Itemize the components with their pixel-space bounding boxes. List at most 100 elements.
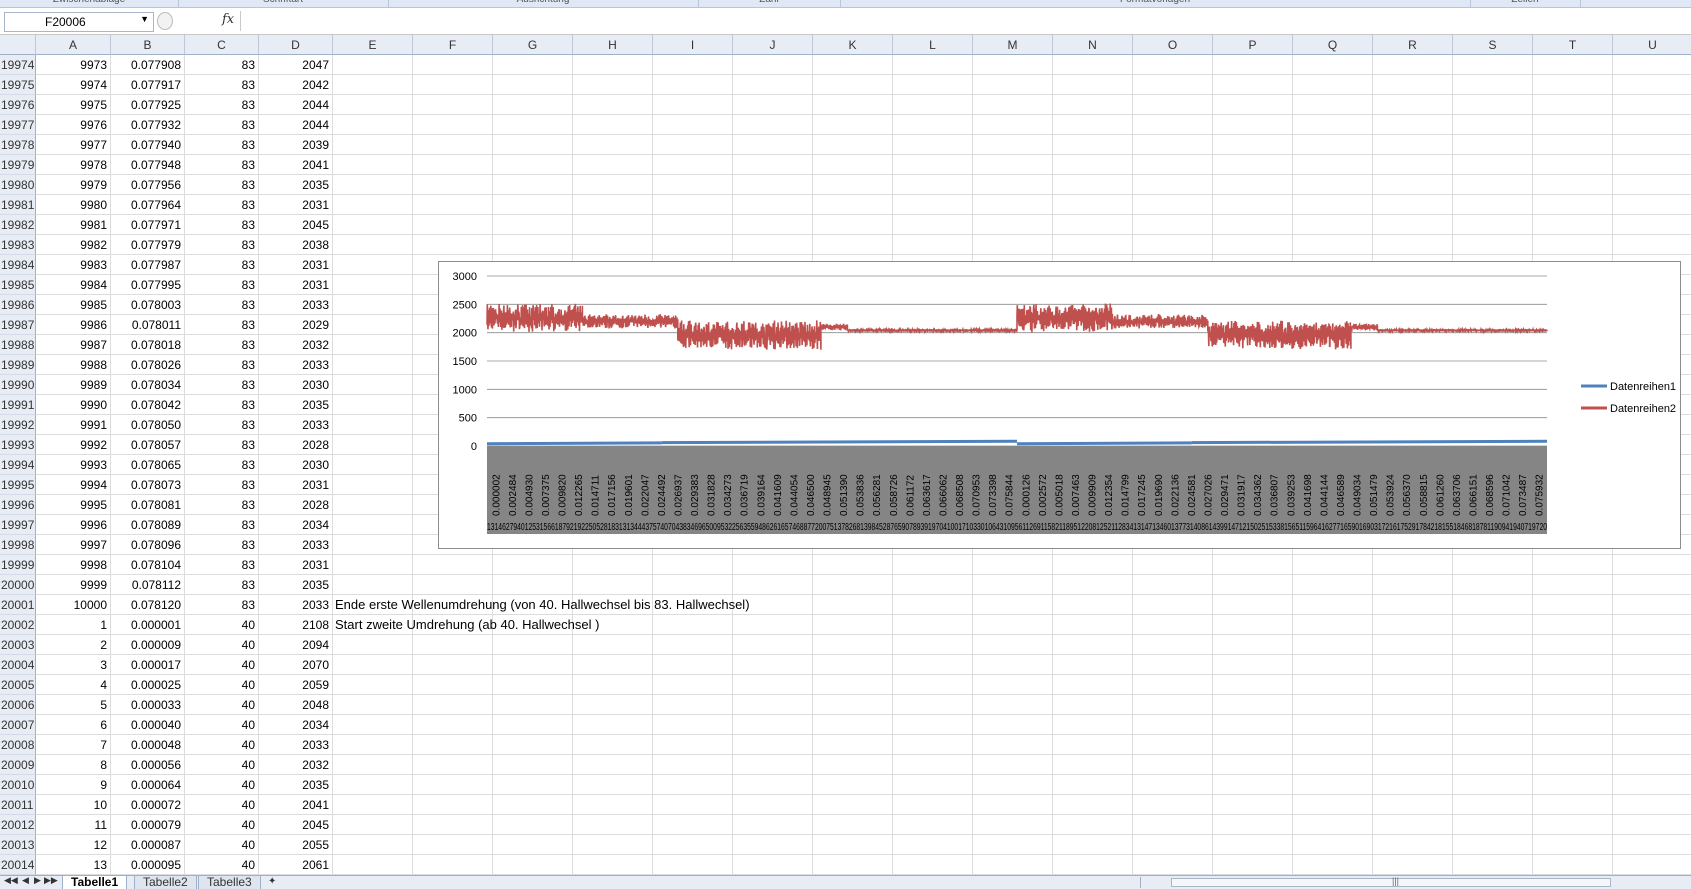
row-header[interactable]: 20014 xyxy=(0,855,36,875)
line-chart[interactable]: 0 500 1000 1500 2000 2500 3000 0.000002 0.002484… xyxy=(438,261,1681,549)
column-header-i[interactable]: I xyxy=(653,35,733,55)
cell-i[interactable] xyxy=(653,235,733,255)
column-header-l[interactable]: L xyxy=(893,35,973,55)
cell-m[interactable] xyxy=(973,115,1053,135)
cell-g[interactable] xyxy=(493,855,573,875)
cell-o[interactable] xyxy=(1133,835,1213,855)
cell-d[interactable]: 2047 xyxy=(259,55,333,75)
column-header-q[interactable]: Q xyxy=(1293,35,1373,55)
cell-i[interactable] xyxy=(653,855,733,875)
cell-f[interactable] xyxy=(413,695,493,715)
cell-k[interactable] xyxy=(813,755,893,775)
cell-k[interactable] xyxy=(813,735,893,755)
cell-c[interactable]: 83 xyxy=(185,135,259,155)
cell-n[interactable] xyxy=(1053,575,1133,595)
cell-a[interactable]: 9994 xyxy=(36,475,111,495)
cell-l[interactable] xyxy=(893,215,973,235)
row-header[interactable]: 19980 xyxy=(0,175,36,195)
cell-d[interactable]: 2031 xyxy=(259,555,333,575)
cell-l[interactable] xyxy=(893,755,973,775)
cell-d[interactable]: 2041 xyxy=(259,155,333,175)
cell-u[interactable] xyxy=(1613,695,1691,715)
cell-r[interactable] xyxy=(1373,815,1453,835)
column-header-d[interactable]: D xyxy=(259,35,333,55)
cell-h[interactable] xyxy=(573,155,653,175)
cell-b[interactable]: 0.078120 xyxy=(111,595,185,615)
cell-m[interactable] xyxy=(973,655,1053,675)
cell-b[interactable]: 0.000072 xyxy=(111,795,185,815)
cell-p[interactable] xyxy=(1213,155,1293,175)
cell-c[interactable]: 83 xyxy=(185,495,259,515)
cell-n[interactable] xyxy=(1053,235,1133,255)
cell-c[interactable]: 83 xyxy=(185,275,259,295)
cell-t[interactable] xyxy=(1533,635,1613,655)
row-header[interactable]: 19978 xyxy=(0,135,36,155)
cell-l[interactable] xyxy=(893,815,973,835)
cell-o[interactable] xyxy=(1133,135,1213,155)
cell-k[interactable] xyxy=(813,235,893,255)
cell-a[interactable]: 9985 xyxy=(36,295,111,315)
cell-c[interactable]: 83 xyxy=(185,335,259,355)
cell-b[interactable]: 0.077940 xyxy=(111,135,185,155)
cell-n[interactable] xyxy=(1053,195,1133,215)
cell-s[interactable] xyxy=(1453,635,1533,655)
cell-i[interactable] xyxy=(653,735,733,755)
cell-l[interactable] xyxy=(893,595,973,615)
cell-o[interactable] xyxy=(1133,195,1213,215)
cell-e[interactable] xyxy=(333,795,413,815)
cell-h[interactable] xyxy=(573,715,653,735)
cell-i[interactable] xyxy=(653,155,733,175)
cell-d[interactable]: 2045 xyxy=(259,815,333,835)
cell-e[interactable] xyxy=(333,135,413,155)
cell-r[interactable] xyxy=(1373,155,1453,175)
cell-o[interactable] xyxy=(1133,175,1213,195)
cell-q[interactable] xyxy=(1293,615,1373,635)
cell-e[interactable] xyxy=(333,515,413,535)
cell-u[interactable] xyxy=(1613,115,1691,135)
cell-s[interactable] xyxy=(1453,655,1533,675)
cell-d[interactable]: 2033 xyxy=(259,595,333,615)
cell-e[interactable] xyxy=(333,315,413,335)
prev-sheet-icon[interactable]: ◀ xyxy=(22,876,29,886)
cell-r[interactable] xyxy=(1373,175,1453,195)
cell-j[interactable] xyxy=(733,95,813,115)
cell-e[interactable] xyxy=(333,55,413,75)
cell-h[interactable] xyxy=(573,175,653,195)
cell-o[interactable] xyxy=(1133,655,1213,675)
cell-t[interactable] xyxy=(1533,75,1613,95)
cell-o[interactable] xyxy=(1133,735,1213,755)
cell-b[interactable]: 0.078081 xyxy=(111,495,185,515)
cell-m[interactable] xyxy=(973,795,1053,815)
cell-k[interactable] xyxy=(813,775,893,795)
cell-g[interactable] xyxy=(493,155,573,175)
cell-o[interactable] xyxy=(1133,75,1213,95)
cell-c[interactable]: 83 xyxy=(185,175,259,195)
cell-f[interactable] xyxy=(413,135,493,155)
cell-l[interactable] xyxy=(893,635,973,655)
cell-d[interactable]: 2029 xyxy=(259,315,333,335)
cell-a[interactable]: 9 xyxy=(36,775,111,795)
cell-d[interactable]: 2048 xyxy=(259,695,333,715)
column-header-o[interactable]: O xyxy=(1133,35,1213,55)
cell-g[interactable] xyxy=(493,715,573,735)
cell-q[interactable] xyxy=(1293,695,1373,715)
cell-u[interactable] xyxy=(1613,615,1691,635)
cell-l[interactable] xyxy=(893,675,973,695)
cell-l[interactable] xyxy=(893,115,973,135)
cell-d[interactable]: 2094 xyxy=(259,635,333,655)
cell-b[interactable]: 0.000001 xyxy=(111,615,185,635)
cell-b[interactable]: 0.078065 xyxy=(111,455,185,475)
cell-o[interactable] xyxy=(1133,855,1213,875)
cell-a[interactable]: 2 xyxy=(36,635,111,655)
column-header-c[interactable]: C xyxy=(185,35,259,55)
row-header[interactable]: 19974 xyxy=(0,55,36,75)
cell-p[interactable] xyxy=(1213,755,1293,775)
cell-p[interactable] xyxy=(1213,795,1293,815)
cell-m[interactable] xyxy=(973,835,1053,855)
cell-f[interactable] xyxy=(413,755,493,775)
cell-i[interactable] xyxy=(653,775,733,795)
cell-b[interactable]: 0.077925 xyxy=(111,95,185,115)
row-header[interactable]: 19988 xyxy=(0,335,36,355)
cell-k[interactable] xyxy=(813,675,893,695)
cell-h[interactable] xyxy=(573,235,653,255)
